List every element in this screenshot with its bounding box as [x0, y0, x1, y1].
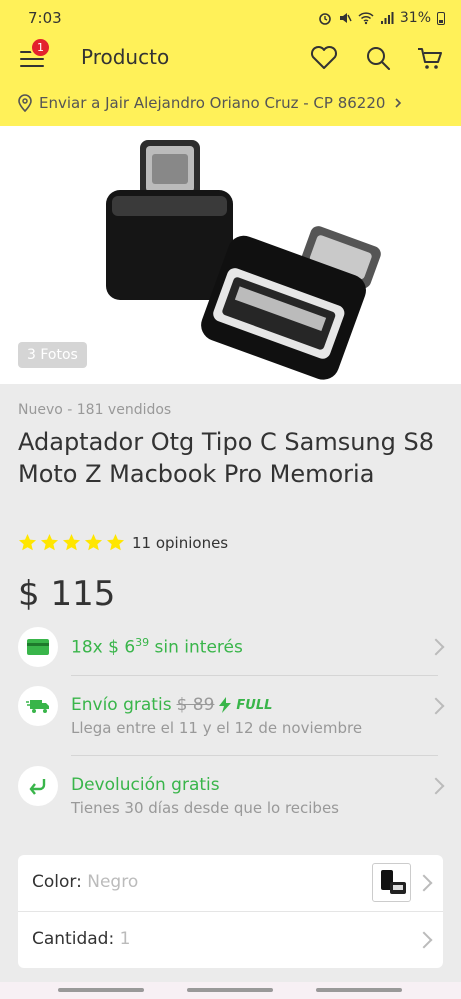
search-icon[interactable] — [362, 42, 394, 74]
wifi-icon — [358, 12, 374, 25]
alarm-icon — [319, 13, 331, 25]
mute-icon — [339, 13, 352, 23]
shipping-title: Envío gratis — [71, 695, 172, 715]
star-icon — [62, 533, 81, 551]
quantity-value: 1 — [119, 929, 131, 949]
color-label-text: Color: — [32, 872, 82, 892]
nav-handle[interactable] — [58, 988, 144, 992]
photo-count-badge: 3 Fotos — [18, 342, 87, 368]
chevron-right-icon — [427, 777, 445, 795]
system-nav-bar — [0, 982, 461, 999]
quantity-label: Cantidad: 1 — [32, 929, 130, 949]
page-title: Producto — [81, 45, 170, 69]
star-icon — [40, 533, 59, 551]
product-title: Adaptador Otg Tipo C Samsung S8 Moto Z M… — [18, 428, 435, 488]
chevron-right-icon — [415, 931, 433, 949]
reviews-count[interactable]: 11 opiniones — [132, 534, 228, 552]
quantity-selector[interactable]: Cantidad: 1 — [18, 912, 443, 968]
credit-card-icon — [27, 639, 49, 655]
shipping-subtitle: Llega entre el 11 y el 12 de noviembre — [71, 719, 363, 737]
color-value: Negro — [87, 872, 139, 892]
returns-subtitle: Tienes 30 días desde que lo recibes — [71, 799, 340, 817]
heart-icon[interactable] — [308, 42, 340, 74]
product-price: $ 115 — [18, 574, 116, 614]
menu-icon-line — [20, 58, 44, 60]
star-icon — [18, 533, 37, 551]
star-icon — [84, 533, 103, 551]
rating-stars[interactable] — [18, 533, 125, 551]
signal-icon — [380, 12, 394, 24]
returns-title: Devolución gratis — [71, 775, 220, 795]
status-bar: 7:03 31% — [0, 0, 461, 36]
chevron-right-icon — [415, 874, 433, 892]
divider — [71, 675, 438, 676]
options-card: Color: Negro Cantidad: 1 — [18, 855, 443, 968]
installments-icon-circle — [18, 627, 58, 667]
lightning-icon — [219, 697, 232, 713]
shipping-address-bar[interactable]: Enviar a Jair Alejandro Oriano Cruz - CP… — [0, 80, 461, 126]
battery-icon — [437, 11, 445, 25]
returns-row[interactable]: Devolución gratis Tienes 30 días desde q… — [0, 766, 461, 820]
cart-icon[interactable] — [414, 42, 446, 74]
shipping-address-text: Enviar a Jair Alejandro Oriano Cruz - CP… — [39, 94, 386, 112]
chevron-right-icon — [427, 697, 445, 715]
shipping-old-price: $ 89 — [176, 695, 215, 715]
installments-row[interactable]: 18x $ 639 sin interés — [0, 627, 461, 667]
divider — [71, 755, 438, 756]
product-condition: Nuevo - 181 vendidos — [18, 402, 172, 418]
product-gallery[interactable]: 3 Fotos — [0, 126, 461, 384]
menu-icon-line — [20, 65, 44, 67]
status-time: 7:03 — [28, 9, 62, 27]
quantity-label-text: Cantidad: — [32, 929, 115, 949]
return-arrow-icon — [29, 779, 46, 795]
chevron-right-icon — [395, 98, 402, 108]
color-thumbnail — [372, 863, 411, 902]
returns-icon-circle — [18, 766, 58, 806]
battery-percentage: 31% — [399, 10, 431, 26]
product-thumbnail-image — [381, 870, 406, 894]
shipping-title-line: Envío gratis $ 89 FULL — [71, 695, 272, 715]
shipping-row[interactable]: Envío gratis $ 89 FULL Llega entre el 11… — [0, 686, 461, 740]
notification-badge: 1 — [30, 37, 51, 58]
installments-suffix: sin interés — [154, 637, 243, 658]
app-bar: 1 Producto — [0, 36, 461, 80]
nav-handle[interactable] — [187, 988, 273, 992]
status-icons: 31% — [318, 10, 445, 26]
color-label: Color: Negro — [32, 872, 138, 892]
shipping-icon-circle — [18, 686, 58, 726]
location-pin-icon — [18, 94, 32, 112]
full-badge: FULL — [236, 697, 273, 713]
color-selector[interactable]: Color: Negro — [18, 855, 443, 911]
installments-amount: 18x $ 6 — [71, 637, 136, 658]
installments-cents: 39 — [135, 636, 150, 649]
nav-handle[interactable] — [316, 988, 402, 992]
chevron-right-icon — [427, 638, 445, 656]
star-icon — [106, 533, 125, 551]
truck-icon — [26, 700, 49, 713]
installments-text: 18x $ 639 sin interés — [71, 636, 243, 658]
